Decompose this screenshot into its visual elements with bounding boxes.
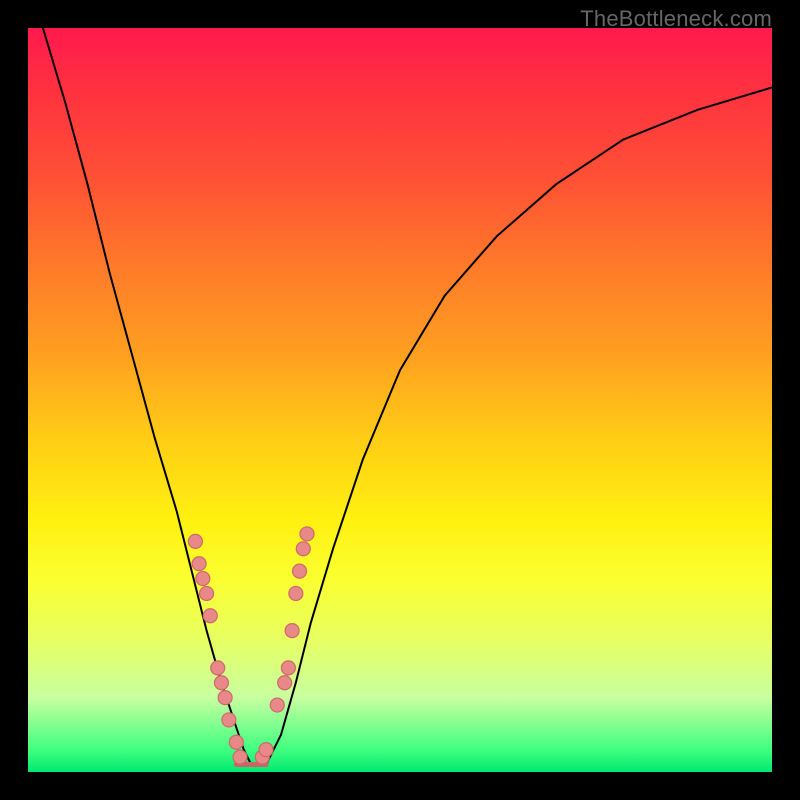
chart-frame: TheBottleneck.com: [0, 0, 800, 800]
curve-svg: [28, 28, 772, 772]
curve-dot: [255, 750, 269, 764]
curve-dot: [229, 735, 243, 749]
curve-dot: [270, 698, 284, 712]
curve-dot: [281, 661, 295, 675]
curve-dot: [293, 564, 307, 578]
curve-dots-group: [188, 527, 314, 764]
curve-dot: [289, 586, 303, 600]
curve-dot: [259, 743, 273, 757]
curve-dot: [188, 534, 202, 548]
curve-dot: [211, 661, 225, 675]
plot-background: [28, 28, 772, 772]
curve-dot: [222, 713, 236, 727]
curve-dot: [233, 750, 247, 764]
bottleneck-curve: [43, 28, 772, 765]
curve-dot: [196, 572, 210, 586]
curve-dot: [296, 542, 310, 556]
curve-dot: [278, 676, 292, 690]
curve-dot: [200, 586, 214, 600]
curve-dot: [192, 557, 206, 571]
curve-dot: [300, 527, 314, 541]
curve-dot: [203, 609, 217, 623]
curve-dot: [214, 676, 228, 690]
curve-dot: [285, 624, 299, 638]
curve-dot: [218, 691, 232, 705]
